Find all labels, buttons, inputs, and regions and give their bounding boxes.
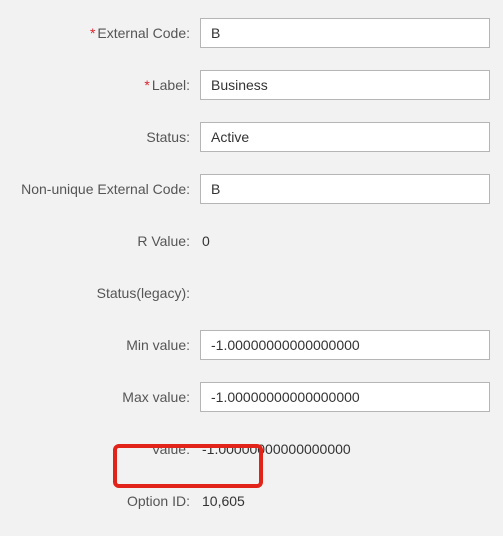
input-status[interactable]: [200, 122, 490, 152]
label-non-unique-code: Non-unique External Code:: [0, 181, 200, 197]
input-min-value[interactable]: [200, 330, 490, 360]
row-label: *Label:: [0, 70, 503, 100]
row-external-code: *External Code:: [0, 18, 503, 48]
input-max-value[interactable]: [200, 382, 490, 412]
row-max-value: Max value:: [0, 382, 503, 412]
input-non-unique-code[interactable]: [200, 174, 490, 204]
row-status-legacy: Status(legacy):: [0, 278, 503, 308]
label-external-code: *External Code:: [0, 25, 200, 41]
static-option-id: 10,605: [200, 493, 245, 509]
label-min-value: Min value:: [0, 337, 200, 353]
value-cell-max-value: [200, 382, 503, 412]
row-min-value: Min value:: [0, 330, 503, 360]
value-cell-r-value: 0: [200, 233, 503, 249]
input-external-code[interactable]: [200, 18, 490, 48]
row-r-value: R Value: 0: [0, 226, 503, 256]
value-cell-option-id: 10,605: [200, 493, 503, 509]
value-cell-label: [200, 70, 503, 100]
input-label[interactable]: [200, 70, 490, 100]
value-cell-value: -1.00000000000000000: [200, 441, 503, 457]
label-option-id: Option ID:: [0, 493, 200, 509]
label-status: Status:: [0, 129, 200, 145]
static-value: -1.00000000000000000: [200, 441, 351, 457]
label-r-value: R Value:: [0, 233, 200, 249]
row-value: Value: -1.00000000000000000: [0, 434, 503, 464]
label-label: *Label:: [0, 77, 200, 93]
row-option-id: Option ID: 10,605: [0, 486, 503, 516]
form: *External Code: *Label: Status: Non-uniq…: [0, 0, 503, 536]
row-non-unique-code: Non-unique External Code:: [0, 174, 503, 204]
value-cell-min-value: [200, 330, 503, 360]
required-marker: *: [144, 77, 149, 93]
label-status-legacy: Status(legacy):: [0, 285, 200, 301]
static-r-value: 0: [200, 233, 210, 249]
value-cell-external-code: [200, 18, 503, 48]
value-cell-status: [200, 122, 503, 152]
label-value: Value:: [0, 441, 200, 457]
label-max-value: Max value:: [0, 389, 200, 405]
required-marker: *: [90, 25, 95, 41]
label-text-external-code: External Code:: [97, 25, 190, 41]
label-text-label: Label:: [152, 77, 190, 93]
row-status: Status:: [0, 122, 503, 152]
value-cell-non-unique-code: [200, 174, 503, 204]
